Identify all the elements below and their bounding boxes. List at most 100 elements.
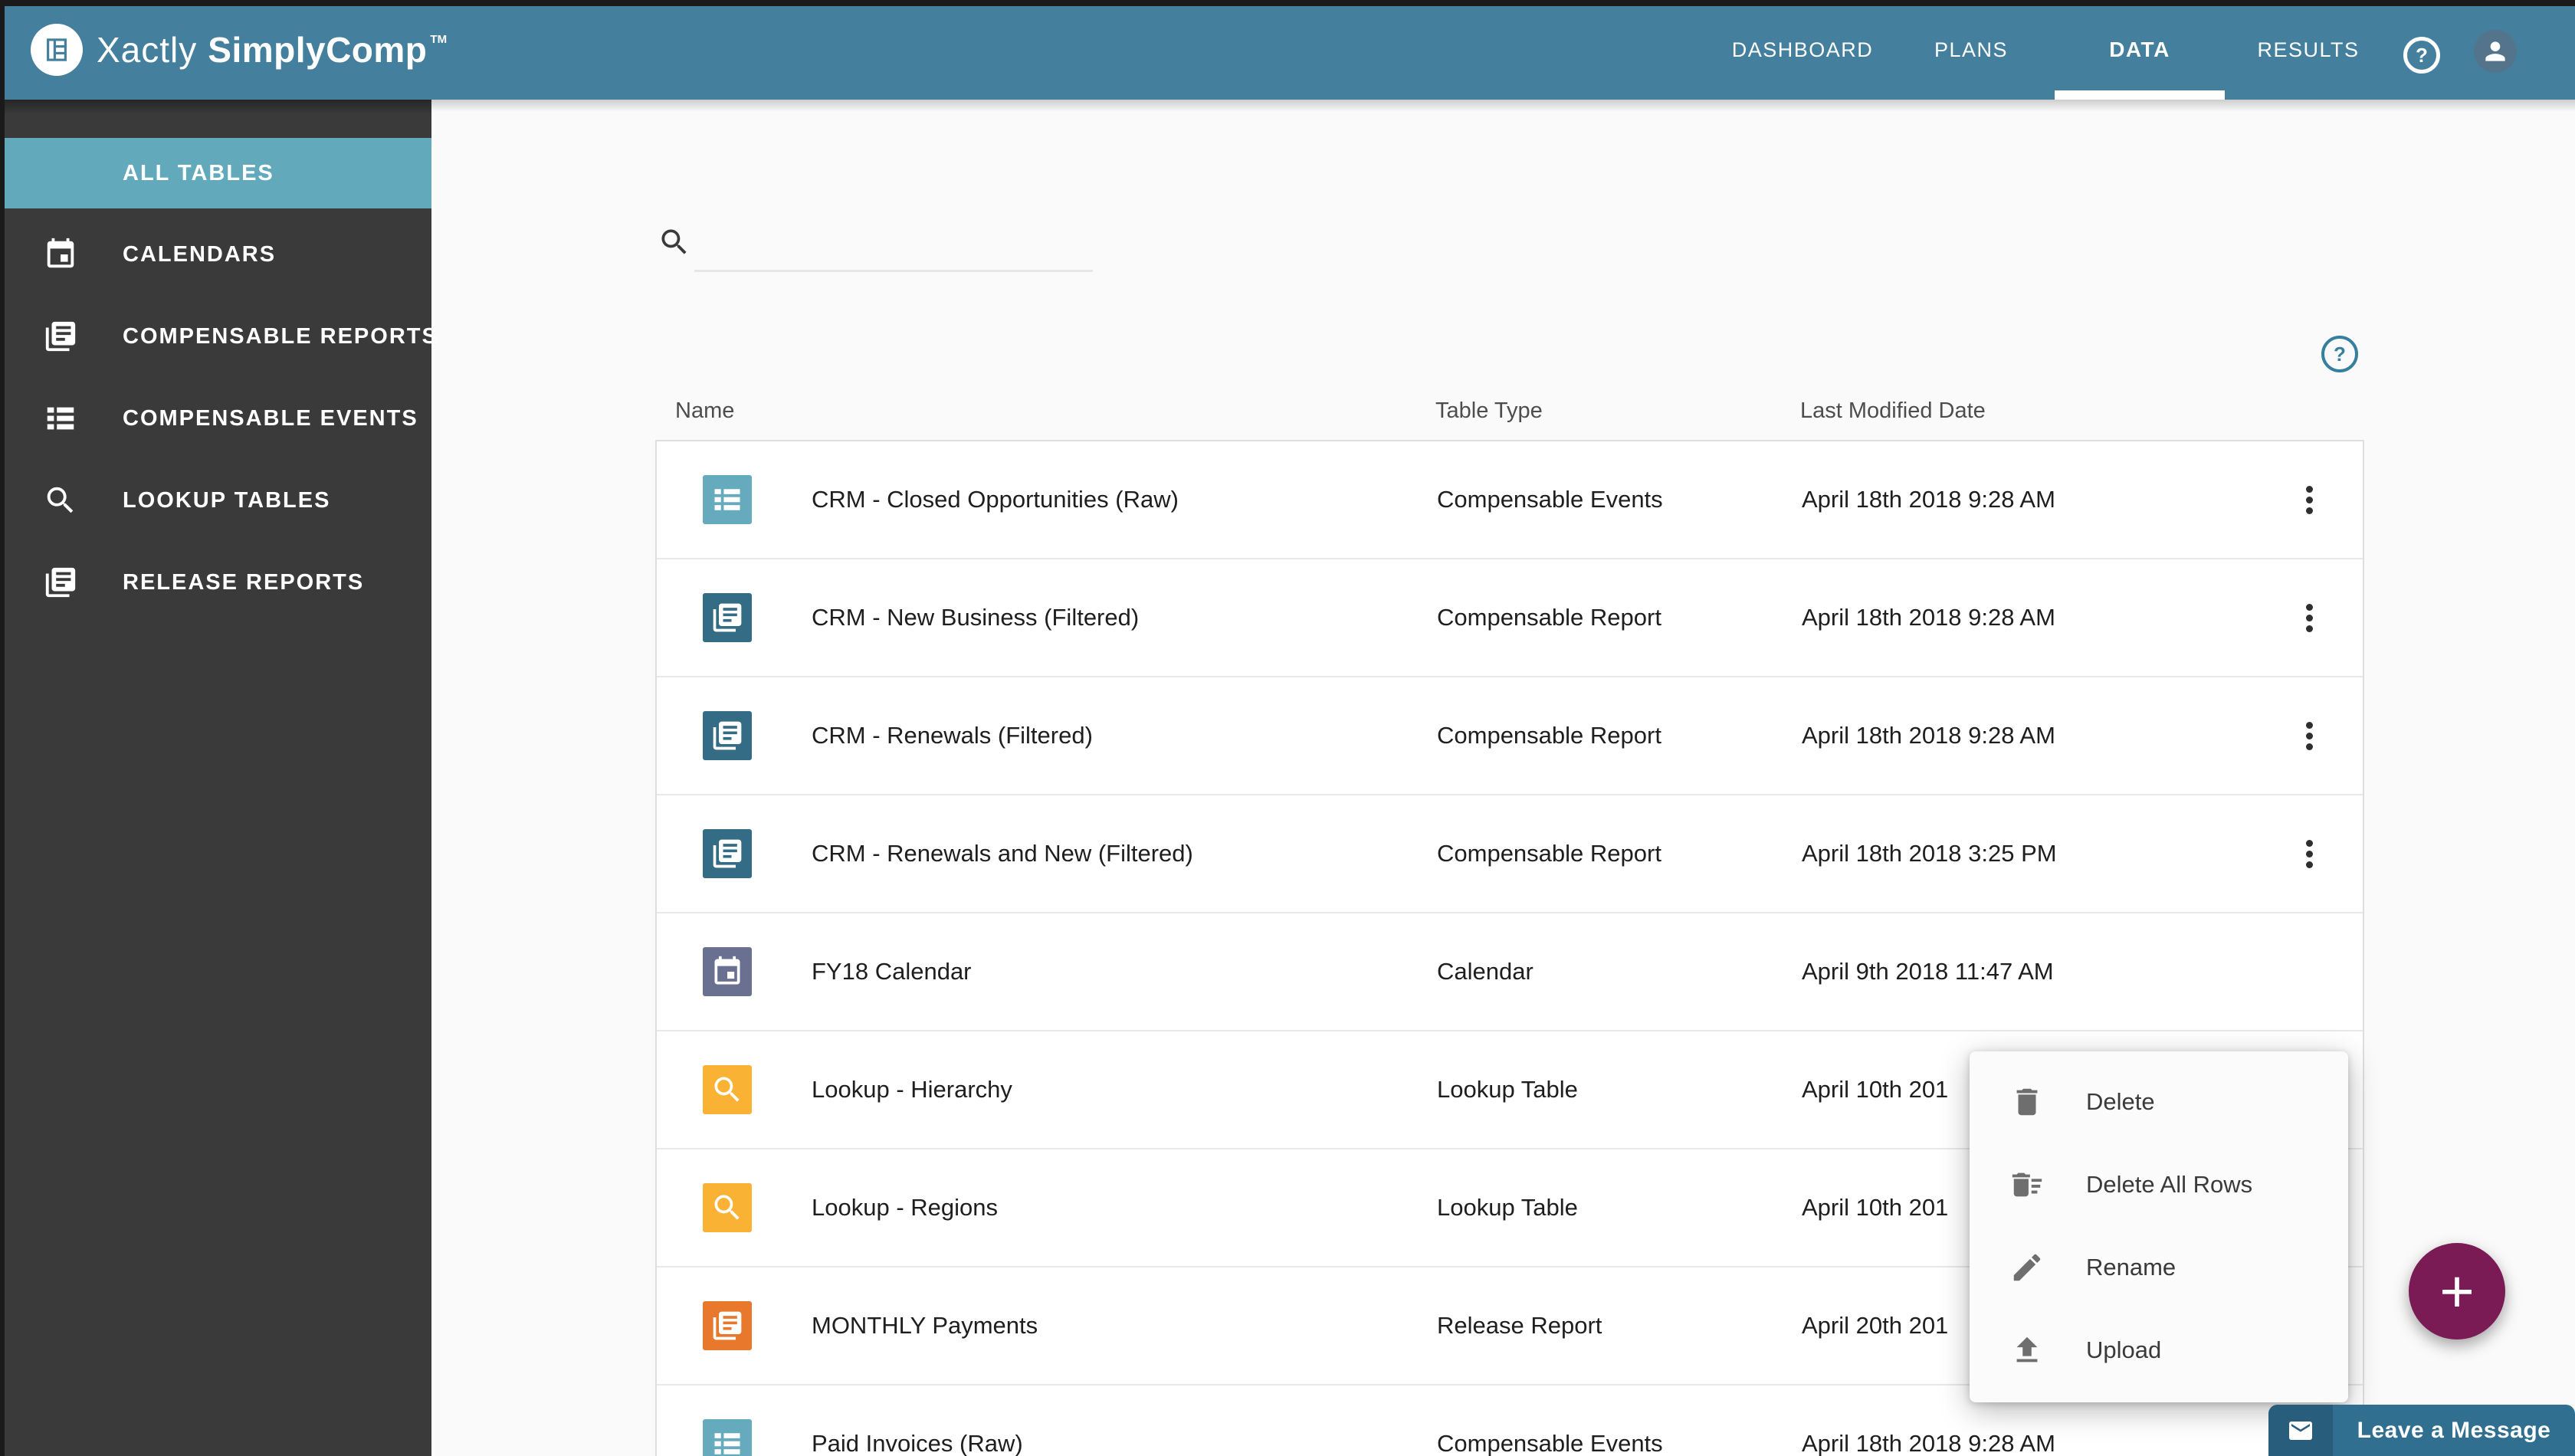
person-icon (2481, 37, 2510, 66)
row-last-modified: April 20th 201 (1802, 1312, 1949, 1339)
row-last-modified: April 9th 2018 11:47 AM (1802, 958, 2054, 985)
sidebar-item-label: LOOKUP TABLES (123, 487, 331, 513)
add-table-fab[interactable]: + (2409, 1243, 2505, 1340)
app-window: Xactly SimplyComp TM DASHBOARD PLANS DATA R… (0, 0, 2575, 1456)
events-type-icon (703, 1419, 752, 1456)
report-icon (43, 319, 78, 354)
row-name: CRM - New Business (Filtered) (812, 604, 1140, 631)
nav-tab-label: PLANS (1934, 38, 2009, 61)
row-name: MONTHLY Payments (812, 1312, 1038, 1339)
sweep-icon (2009, 1167, 2045, 1202)
context-menu-item-upload[interactable]: Upload (1970, 1309, 2348, 1392)
nav-tab-dashboard[interactable]: DASHBOARD (1732, 0, 1874, 100)
sidebar-item-calendars[interactable]: CALENDARS (0, 215, 431, 294)
sidebar-item-release-reports[interactable]: RELEASE REPORTS (0, 543, 431, 622)
leave-a-message-button[interactable]: Leave a Message (2268, 1405, 2575, 1456)
context-menu-item-label: Rename (2086, 1254, 2176, 1281)
row-name: Lookup - Hierarchy (812, 1076, 1012, 1103)
sidebar: ALL TABLES CALENDARS COMPENSABLE REPORTS… (0, 100, 437, 1456)
table-row[interactable]: CRM - Renewals (Filtered) Compensable Re… (657, 677, 2363, 795)
row-table-type: Compensable Report (1437, 604, 1661, 631)
search-input[interactable] (694, 230, 1093, 272)
sidebar-item-label: COMPENSABLE REPORTS (123, 323, 438, 349)
nav-tab-data[interactable]: DATA (2109, 0, 2170, 100)
calendar-type-icon (703, 947, 752, 996)
window-frame-left (0, 0, 5, 1456)
row-table-type: Calendar (1437, 958, 1534, 985)
context-menu-item-delete[interactable]: Delete (1970, 1061, 2348, 1143)
table-help-icon[interactable]: ? (2321, 336, 2358, 372)
envelope-icon (2287, 1417, 2314, 1445)
context-menu-item-rename[interactable]: Rename (1970, 1226, 2348, 1309)
nav-tab-label: DASHBOARD (1731, 38, 1874, 61)
nav-tab-results[interactable]: RESULTS (2257, 0, 2359, 100)
report-type-icon (703, 829, 752, 878)
trash-icon (2009, 1084, 2045, 1120)
active-tab-indicator (2055, 90, 2225, 100)
user-avatar[interactable] (2474, 30, 2517, 73)
nav-tab-label: DATA (2109, 38, 2170, 61)
chat-label: Leave a Message (2357, 1417, 2551, 1443)
help-icon[interactable]: ? (2403, 37, 2440, 74)
search-icon (43, 483, 78, 518)
sidebar-item-compensable-events[interactable]: COMPENSABLE EVENTS (0, 379, 431, 458)
row-name: Lookup - Regions (812, 1194, 998, 1221)
chat-icon-segment (2268, 1405, 2333, 1456)
column-header-name: Name (675, 398, 735, 423)
report-type-icon (703, 593, 752, 642)
row-last-modified: April 18th 2018 9:28 AM (1802, 486, 2055, 513)
row-name: CRM - Renewals and New (Filtered) (812, 840, 1193, 867)
row-table-type: Compensable Report (1437, 722, 1661, 749)
row-name: CRM - Closed Opportunities (Raw) (812, 486, 1179, 513)
sidebar-item-compensable-reports[interactable]: COMPENSABLE REPORTS (0, 297, 437, 376)
upload-icon (2009, 1333, 2045, 1368)
nav-tab-plans[interactable]: PLANS (1934, 0, 2008, 100)
context-menu-item-label: Delete (2086, 1088, 2155, 1115)
row-last-modified: April 10th 201 (1802, 1076, 1949, 1103)
context-menu-item-label: Upload (2086, 1336, 2162, 1363)
row-last-modified: April 18th 2018 9:28 AM (1802, 604, 2055, 631)
row-context-menu: Delete Delete All Rows Rename Upload (1970, 1051, 2348, 1402)
row-table-type: Compensable Report (1437, 840, 1661, 867)
row-last-modified: April 18th 2018 3:25 PM (1802, 840, 2057, 867)
row-last-modified: April 10th 201 (1802, 1194, 1949, 1221)
row-actions-kebab-icon[interactable] (2294, 677, 2324, 794)
row-last-modified: April 18th 2018 9:28 AM (1802, 722, 2055, 749)
row-actions-kebab-icon[interactable] (2294, 559, 2324, 676)
sidebar-item-label: CALENDARS (123, 241, 277, 267)
sidebar-item-label: ALL TABLES (123, 160, 274, 185)
context-menu-item-label: Delete All Rows (2086, 1171, 2253, 1198)
release-type-icon (703, 1301, 752, 1350)
sidebar-item-label: COMPENSABLE EVENTS (123, 405, 418, 431)
row-name: CRM - Renewals (Filtered) (812, 722, 1093, 749)
table-row[interactable]: CRM - New Business (Filtered) Compensabl… (657, 559, 2363, 677)
search-icon[interactable] (658, 225, 691, 259)
nav-drop-shadow (431, 100, 2575, 112)
sidebar-item-label: RELEASE REPORTS (123, 569, 365, 595)
sidebar-item-all-tables[interactable]: ALL TABLES (0, 138, 431, 208)
calendar-icon (43, 237, 78, 272)
row-actions-kebab-icon[interactable] (2294, 795, 2324, 912)
edit-icon (2009, 1250, 2045, 1285)
row-name: FY18 Calendar (812, 958, 972, 985)
row-name: Paid Invoices (Raw) (812, 1430, 1023, 1456)
column-header-last-modified: Last Modified Date (1800, 398, 1986, 423)
report-icon (43, 565, 78, 600)
row-table-type: Lookup Table (1437, 1076, 1578, 1103)
lookup-type-icon (703, 1065, 752, 1114)
context-menu-item-delete-all-rows[interactable]: Delete All Rows (1970, 1143, 2348, 1226)
sidebar-item-lookup-tables[interactable]: LOOKUP TABLES (0, 461, 431, 540)
row-table-type: Release Report (1437, 1312, 1602, 1339)
table-row[interactable]: CRM - Renewals and New (Filtered) Compen… (657, 795, 2363, 913)
column-header-table-type: Table Type (1435, 398, 1543, 423)
table-row[interactable]: FY18 Calendar Calendar April 9th 2018 11… (657, 913, 2363, 1031)
table-row[interactable]: CRM - Closed Opportunities (Raw) Compens… (657, 441, 2363, 559)
row-actions-kebab-icon[interactable] (2294, 441, 2324, 558)
list-icon (43, 401, 78, 436)
row-table-type: Compensable Events (1437, 486, 1663, 513)
report-type-icon (703, 711, 752, 760)
row-table-type: Lookup Table (1437, 1194, 1578, 1221)
top-nav-bar: Xactly SimplyComp TM DASHBOARD PLANS DATA R… (0, 0, 2575, 100)
nav-tab-label: RESULTS (2257, 38, 2360, 61)
row-table-type: Compensable Events (1437, 1430, 1663, 1456)
